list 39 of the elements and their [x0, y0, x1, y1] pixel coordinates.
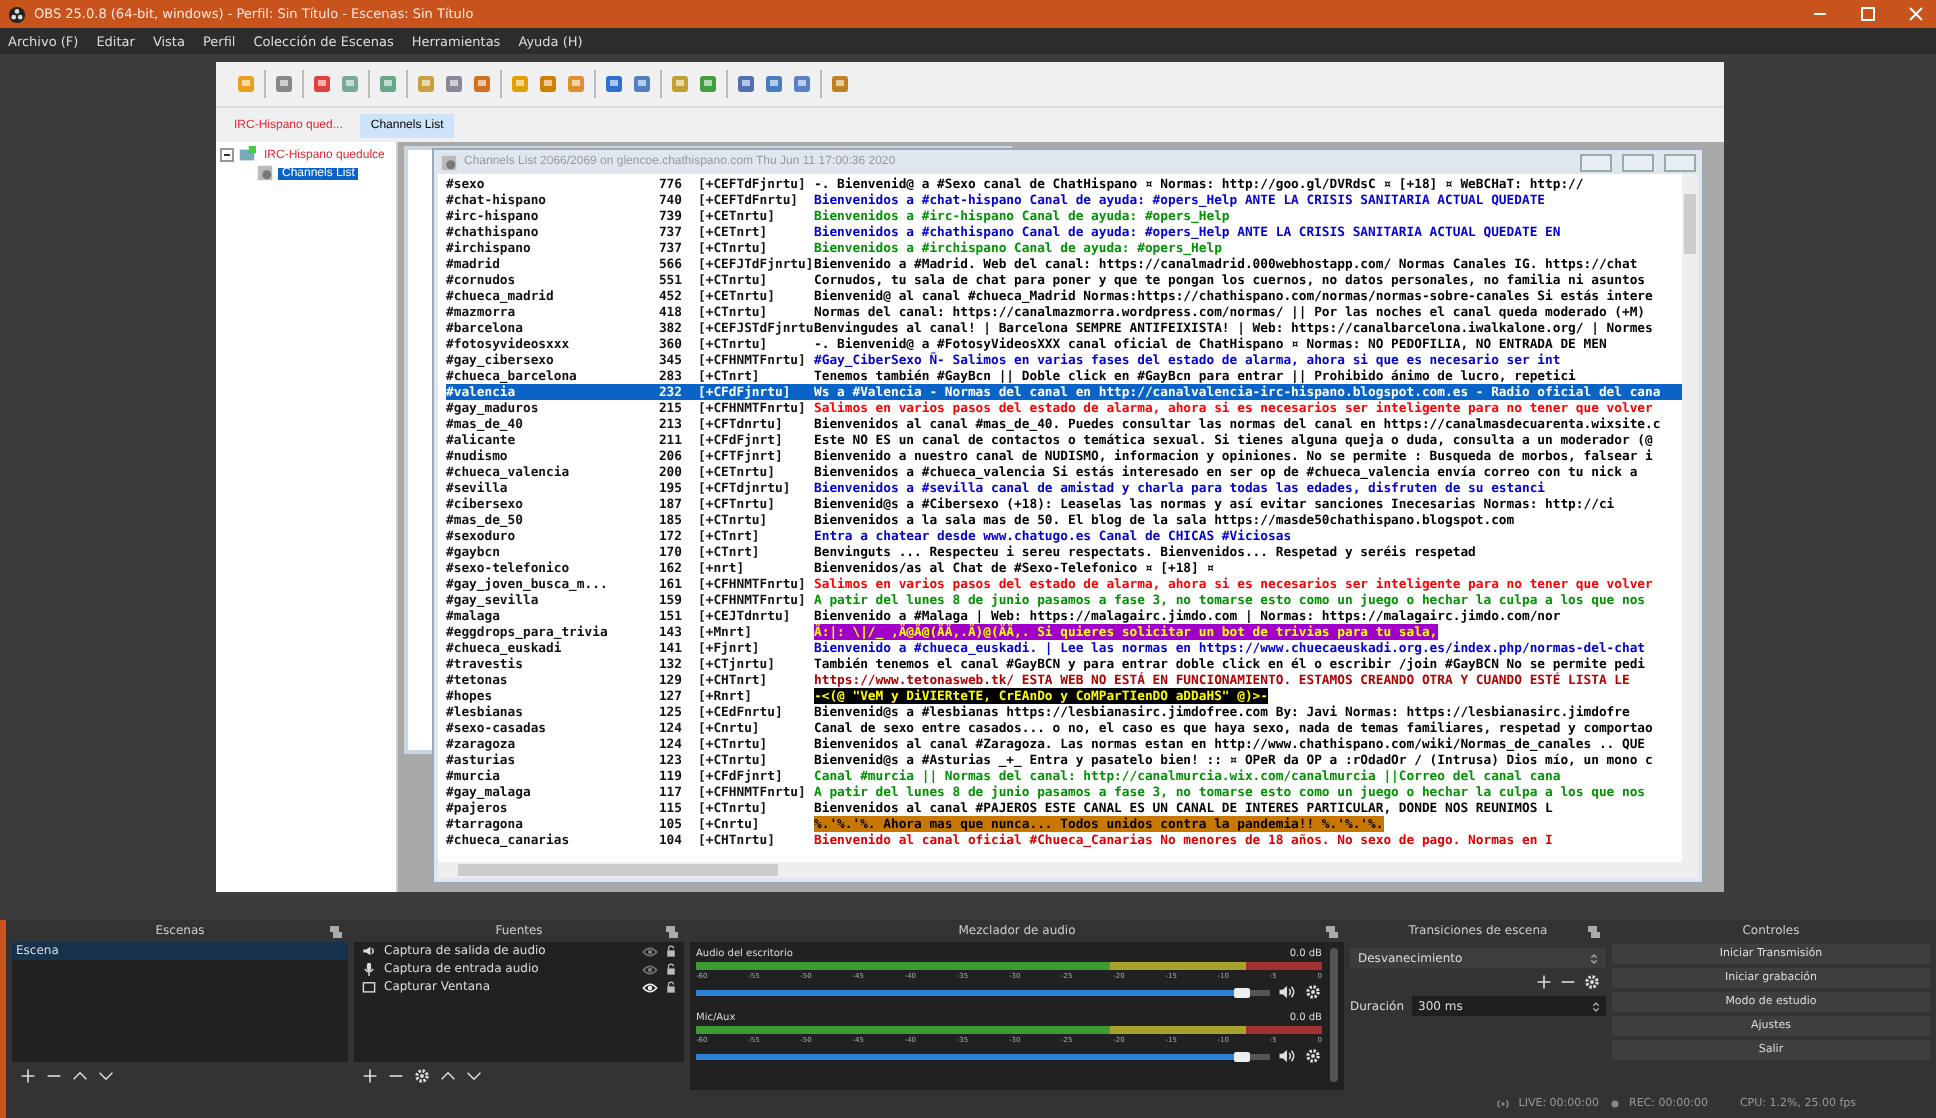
settings-icon[interactable]	[1304, 984, 1322, 1000]
add-icon[interactable]	[20, 1068, 36, 1084]
slider-thumb[interactable]	[1233, 987, 1250, 997]
scrollbar[interactable]	[1682, 174, 1698, 862]
app-logo-icon	[8, 5, 26, 23]
window-icon	[362, 980, 376, 994]
server-icon	[238, 146, 256, 164]
broadcast-icon	[1496, 1098, 1511, 1110]
record-icon	[1607, 1098, 1621, 1110]
up-icon[interactable]	[440, 1068, 456, 1084]
spinner-icon[interactable]	[1590, 951, 1598, 965]
microphone-icon	[362, 962, 376, 976]
list-icon	[440, 153, 458, 171]
slider-thumb[interactable]	[1233, 1051, 1250, 1061]
settings-icon[interactable]	[1584, 974, 1600, 990]
scrollbar[interactable]	[438, 862, 1698, 878]
undock-icon[interactable]	[666, 925, 678, 937]
maximize-icon[interactable]	[1856, 4, 1880, 24]
speaker-icon[interactable]	[1278, 984, 1296, 1000]
down-icon[interactable]	[466, 1068, 482, 1084]
undock-icon[interactable]	[1326, 925, 1338, 937]
speaker-icon[interactable]	[1278, 1048, 1296, 1064]
collapse-icon[interactable]	[220, 148, 234, 162]
undock-icon[interactable]	[1588, 925, 1600, 937]
down-icon[interactable]	[98, 1068, 114, 1084]
lock-icon[interactable]	[666, 962, 676, 976]
settings-icon[interactable]	[1304, 1048, 1322, 1064]
add-icon[interactable]	[1536, 974, 1552, 990]
close-icon[interactable]	[1904, 4, 1928, 24]
lock-icon[interactable]	[666, 944, 676, 958]
list-icon	[256, 164, 274, 182]
scrollbar[interactable]	[1330, 948, 1338, 1082]
up-icon[interactable]	[72, 1068, 88, 1084]
add-icon[interactable]	[362, 1068, 378, 1084]
lock-icon[interactable]	[666, 980, 676, 994]
settings-icon[interactable]	[414, 1068, 430, 1084]
speaker-icon	[362, 944, 376, 958]
spinner-icon[interactable]	[1592, 999, 1600, 1013]
undock-icon[interactable]	[330, 925, 342, 937]
